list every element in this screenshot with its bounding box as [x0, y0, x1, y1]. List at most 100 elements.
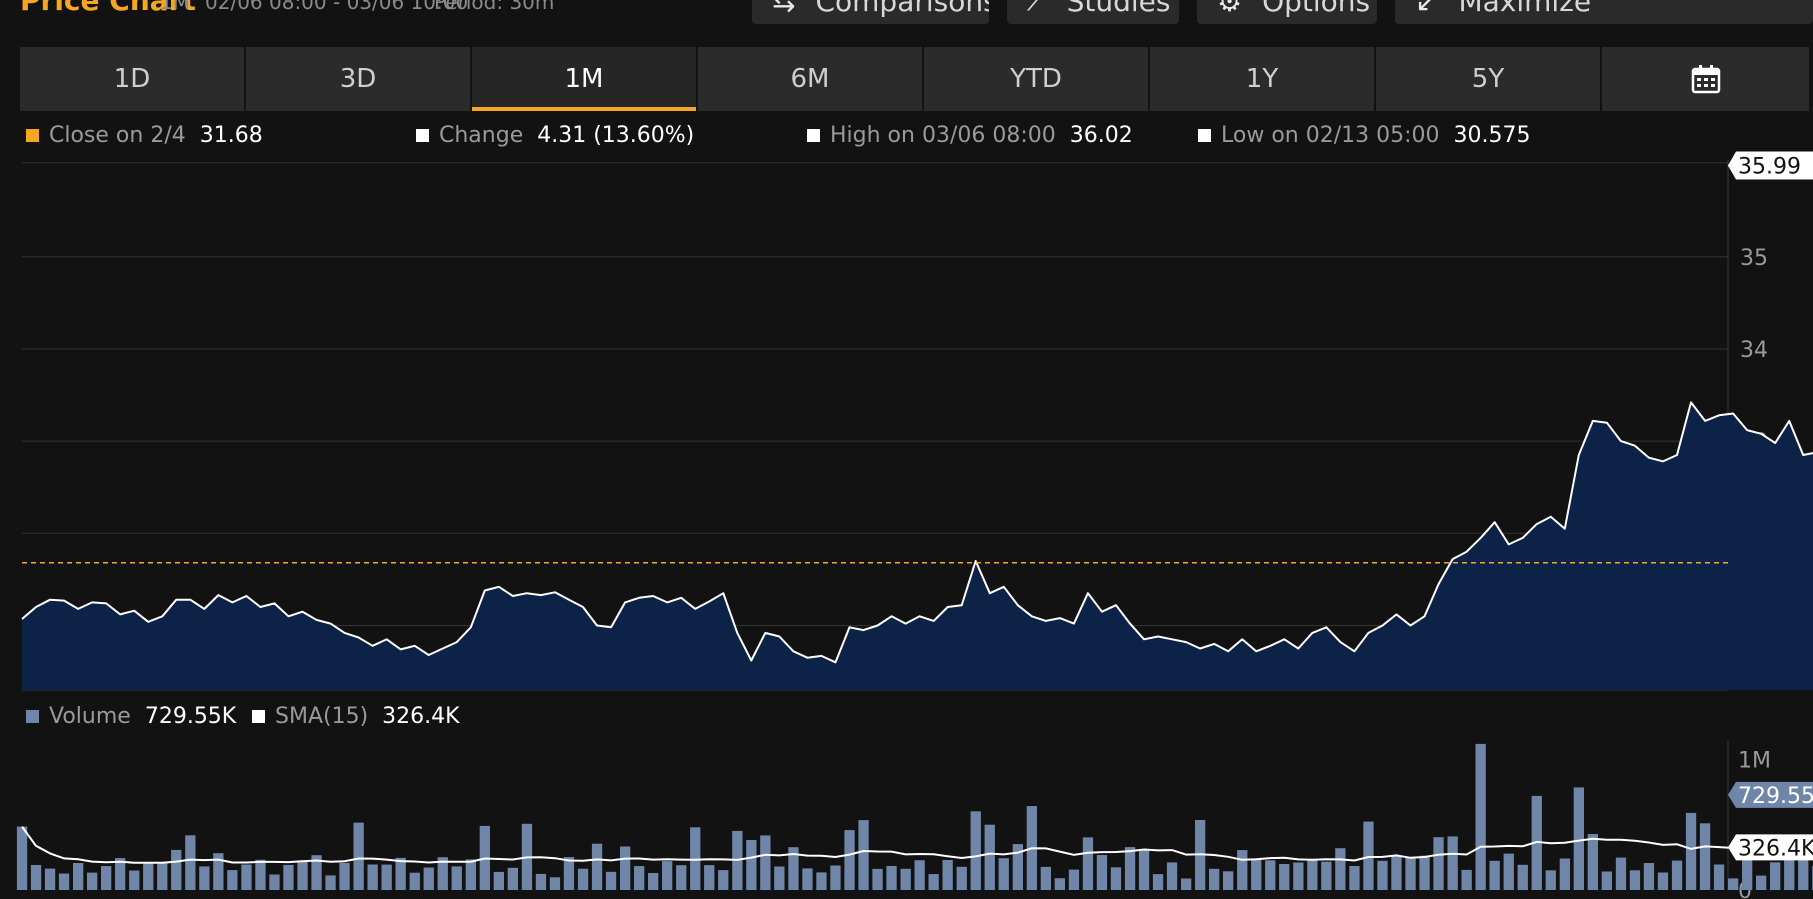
volume-bar — [381, 864, 392, 890]
volume-bar — [1405, 856, 1416, 890]
volume-bar — [718, 870, 729, 890]
volume-bar — [1237, 850, 1248, 890]
volume-bar — [1517, 864, 1528, 890]
sma-last-label: 326.4K — [1738, 836, 1813, 861]
volume-bar — [886, 866, 897, 890]
volume-bar — [676, 865, 687, 890]
last-price-label: 35.99 — [1738, 155, 1801, 180]
volume-bar — [1728, 878, 1739, 890]
volume-bar — [802, 868, 813, 890]
volume-bar — [844, 830, 855, 890]
volume-bar — [1699, 823, 1711, 890]
volume-bar — [816, 872, 827, 890]
volume-bar — [1545, 870, 1556, 890]
volume-bar — [339, 862, 350, 890]
volume-bar — [746, 840, 757, 890]
volume-bar — [1293, 862, 1304, 890]
volume-bar — [1223, 871, 1234, 890]
volume-bar — [620, 846, 631, 890]
volume-bar — [423, 867, 434, 890]
volume-bar — [1671, 860, 1683, 890]
volume-bar — [1503, 853, 1514, 890]
price-area — [22, 402, 1813, 690]
volume-bar — [1475, 743, 1486, 890]
volume-bar — [956, 866, 967, 890]
volume-bar — [1713, 864, 1725, 890]
volume-bar — [1251, 859, 1262, 890]
volume-bar — [185, 835, 196, 890]
volume-bar — [591, 843, 603, 890]
volume-bar — [241, 864, 252, 890]
volume-bar — [605, 871, 617, 890]
volume-bar — [970, 811, 981, 890]
volume-bar — [30, 865, 42, 890]
price-volume-chart[interactable]: 313233343535.9901M729.55K326.4K — [0, 0, 1813, 899]
volume-bar — [1685, 812, 1697, 890]
volume-bar — [1377, 860, 1388, 890]
volume-bar — [662, 861, 673, 890]
volume-bar — [535, 873, 547, 890]
volume-bar — [577, 868, 589, 890]
volume-bar — [914, 860, 925, 890]
volume-tick-label: 1M — [1738, 749, 1771, 774]
volume-bar — [928, 874, 939, 890]
volume-bar — [1391, 856, 1402, 890]
volume-bar — [1461, 869, 1472, 890]
volume-bar — [1181, 878, 1192, 890]
volume-bar — [549, 877, 561, 890]
volume-bar — [1054, 878, 1065, 890]
volume-bar — [1447, 836, 1458, 890]
volume-bar — [1363, 821, 1374, 890]
volume-bar — [367, 864, 378, 890]
volume-bar — [157, 861, 168, 890]
volume-bar — [325, 875, 336, 890]
volume-bar — [283, 864, 294, 890]
volume-bar — [1629, 870, 1641, 890]
volume-bar — [1138, 849, 1150, 890]
volume-bar — [101, 866, 112, 890]
volume-bar — [199, 866, 210, 890]
volume-bar — [1559, 858, 1570, 890]
volume-bar — [1110, 867, 1122, 890]
volume-bar — [58, 873, 70, 890]
volume-bar — [451, 866, 462, 890]
volume-bar — [1349, 866, 1360, 890]
volume-bar — [1419, 855, 1430, 890]
volume-bar — [942, 860, 953, 890]
y-tick-label: 35 — [1740, 246, 1768, 271]
volume-bar — [353, 822, 364, 890]
volume-last-label: 729.55K — [1738, 784, 1813, 809]
volume-bar — [1152, 874, 1164, 890]
volume-bar — [704, 865, 715, 890]
volume-bar — [1643, 863, 1655, 890]
volume-bar — [1756, 875, 1767, 890]
volume-bar — [984, 824, 995, 890]
volume-bar — [143, 863, 154, 890]
volume-bar — [1601, 871, 1612, 890]
volume-bar — [1265, 860, 1276, 890]
volume-bar — [1433, 837, 1444, 890]
volume-bar — [774, 866, 785, 890]
volume-bar — [1489, 860, 1500, 890]
volume-bar — [44, 868, 56, 890]
volume-bar — [269, 874, 280, 890]
volume-bar — [1124, 847, 1136, 890]
volume-bar — [1615, 857, 1627, 890]
volume-bar — [830, 865, 841, 890]
volume-bar — [87, 872, 98, 890]
volume-bar — [1307, 860, 1318, 890]
last-price-tag: 35.99 — [1728, 151, 1813, 180]
volume-bar — [634, 866, 645, 890]
y-tick-label: 34 — [1740, 338, 1768, 363]
sma-line — [21, 826, 1813, 864]
volume-bar — [395, 857, 406, 890]
volume-bar — [16, 826, 28, 890]
volume-bar — [171, 849, 182, 890]
volume-bar — [73, 863, 84, 890]
volume-bar — [1279, 864, 1290, 890]
volume-bar — [1082, 837, 1094, 890]
volume-bar — [1335, 848, 1346, 890]
volume-bar — [507, 867, 518, 890]
volume-bar — [1770, 862, 1781, 890]
volume-bar — [1166, 862, 1178, 890]
